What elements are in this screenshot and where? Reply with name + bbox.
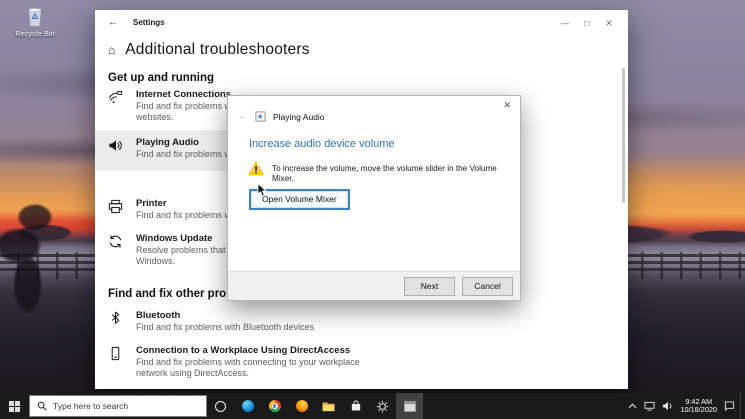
show-desktop-button[interactable] (740, 393, 745, 419)
store-icon (350, 400, 362, 412)
mouse-cursor (257, 183, 268, 197)
maximize-button[interactable]: □ (576, 17, 598, 29)
dialog-title: Playing Audio (273, 111, 325, 122)
search-input[interactable] (53, 401, 199, 411)
recycle-bin[interactable]: Recycle Bin (12, 4, 58, 38)
settings-taskbar-button[interactable] (369, 393, 396, 419)
taskbar: 9:42 AM 10/18/2020 (0, 393, 745, 419)
file-explorer-icon (322, 401, 335, 412)
dialog-footer: Next Cancel (228, 271, 520, 300)
cortana-icon (215, 400, 226, 412)
app-window-icon (403, 400, 416, 412)
troubleshooter-item-bluetooth[interactable]: Bluetooth Find and fix problems with Blu… (108, 305, 438, 337)
recycle-bin-icon (12, 4, 58, 28)
item-description: Find and fix problems with connecting to… (136, 357, 360, 367)
warning-triangle-icon (248, 161, 264, 176)
speaker-icon (108, 137, 125, 153)
cortana-button[interactable] (207, 393, 234, 419)
edge-icon (241, 400, 254, 412)
page-title: Additional troubleshooters (125, 41, 310, 58)
store-button[interactable] (342, 393, 369, 419)
home-icon: ⌂ (108, 43, 116, 57)
speaker-window-icon (255, 111, 266, 122)
tray-chevron-icon[interactable] (628, 403, 637, 409)
item-description: network using DirectAccess. (136, 368, 250, 378)
back-button[interactable]: ← (108, 17, 118, 28)
taskbar-search[interactable] (29, 395, 207, 417)
scrollbar[interactable] (622, 68, 625, 203)
section-heading-get-up-and-running: Get up and running (108, 72, 215, 84)
dialog-close-icon[interactable]: ✕ (503, 100, 511, 111)
playing-audio-dialog: ✕ ← Playing Audio Increase audio device … (227, 95, 521, 301)
firefox-icon (295, 400, 308, 412)
minimize-button[interactable]: — (554, 17, 576, 29)
chrome-button[interactable] (261, 393, 288, 419)
cancel-button[interactable]: Cancel (462, 276, 513, 296)
bluetooth-icon (108, 310, 125, 326)
firefox-button[interactable] (288, 393, 315, 419)
next-button[interactable]: Next (404, 276, 455, 296)
volume-icon[interactable] (662, 401, 673, 411)
troubleshooter-item-workplace-directaccess[interactable]: Connection to a Workplace Using DirectAc… (108, 340, 438, 383)
file-explorer-button[interactable] (315, 393, 342, 419)
dialog-back-button[interactable]: ← (238, 111, 248, 122)
item-title: Bluetooth (136, 310, 181, 321)
page-header: ⌂ Additional troubleshooters (108, 41, 628, 59)
action-center-icon[interactable] (724, 401, 735, 411)
windows-logo-icon (9, 400, 20, 412)
search-icon (37, 401, 47, 411)
window-title: Settings (133, 18, 165, 27)
item-description: Find and fix problems with Bluetooth dev… (136, 322, 315, 332)
device-icon (108, 345, 125, 361)
tray-date: 10/18/2020 (680, 405, 717, 414)
settings-titlebar: ← Settings — □ ✕ (95, 10, 628, 30)
close-button[interactable]: ✕ (598, 17, 620, 29)
edge-button[interactable] (234, 393, 261, 419)
tray-clock[interactable]: 9:42 AM 10/18/2020 (680, 397, 717, 415)
chrome-icon (268, 400, 281, 412)
recycle-bin-label: Recycle Bin (15, 29, 55, 38)
start-button[interactable] (0, 393, 29, 419)
sync-arrows-icon (108, 233, 125, 249)
dialog-heading: Increase audio device volume (249, 138, 395, 150)
active-window-taskbar-button[interactable] (396, 393, 423, 419)
item-title: Connection to a Workplace Using DirectAc… (136, 345, 351, 356)
gear-icon (376, 400, 389, 413)
wifi-monitor-icon (108, 89, 125, 105)
desktop: Recycle Bin ← Settings — □ ✕ ⌂ Additiona… (0, 0, 745, 419)
dialog-message: To increase the volume, move the volume … (272, 164, 497, 183)
network-icon[interactable] (644, 401, 655, 411)
printer-icon (108, 198, 125, 214)
